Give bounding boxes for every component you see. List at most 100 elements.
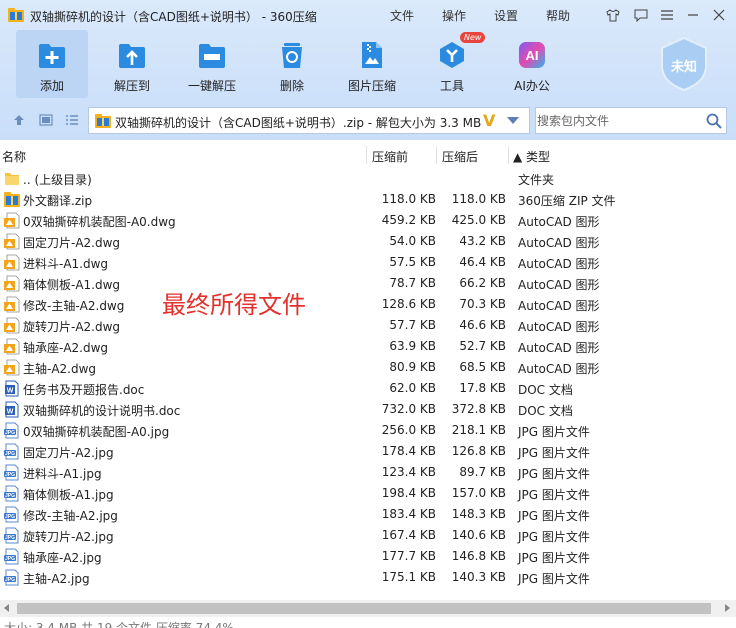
column-compressed-header[interactable]: 压缩后 bbox=[442, 148, 478, 165]
column-name-header[interactable]: 名称 bbox=[2, 148, 26, 165]
ai-office-button[interactable]: AI AI办公 bbox=[496, 30, 568, 98]
file-row[interactable]: 外文翻译.zip 118.0 KB 118.0 KB 360压缩 ZIP 文件 bbox=[0, 189, 736, 210]
file-row[interactable]: JPG 箱体侧板-A1.jpg 198.4 KB 157.0 KB JPG 图片文件 bbox=[0, 483, 736, 504]
image-compress-button[interactable]: 图片压缩 bbox=[336, 30, 408, 98]
file-type: AutoCAD 图形 bbox=[518, 320, 600, 334]
file-name: 修改-主轴-A2.dwg bbox=[23, 299, 125, 313]
column-type-header[interactable]: ▲ 类型 bbox=[513, 148, 550, 165]
search-icon[interactable] bbox=[706, 113, 722, 129]
file-size: 177.7 KB bbox=[381, 549, 436, 563]
file-name: 箱体侧板-A1.dwg bbox=[23, 278, 121, 292]
up-arrow-icon[interactable] bbox=[10, 111, 28, 129]
file-row[interactable]: JPG 修改-主轴-A2.jpg 183.4 KB 148.3 KB JPG 图片文件 bbox=[0, 504, 736, 525]
file-compressed-size: 146.8 KB bbox=[451, 549, 506, 563]
column-size-header[interactable]: 压缩前 bbox=[372, 148, 408, 165]
file-type: DOC 文档 bbox=[518, 383, 573, 397]
menu-operate[interactable]: 操作 bbox=[442, 7, 466, 24]
search-box[interactable] bbox=[535, 107, 727, 134]
unknown-badge-text: 未知 bbox=[670, 60, 697, 75]
file-size: 118.0 KB bbox=[381, 192, 436, 206]
jpg-icon: JPG bbox=[4, 485, 20, 502]
search-input[interactable] bbox=[536, 108, 702, 133]
zip-icon bbox=[4, 191, 20, 208]
file-name: 旋转刀片-A2.dwg bbox=[23, 320, 121, 334]
file-size: 167.4 KB bbox=[381, 528, 436, 542]
file-row[interactable]: W 任务书及开题报告.doc 62.0 KB 17.8 KB DOC 文档 bbox=[0, 378, 736, 399]
file-row[interactable]: JPG 主轴-A2.jpg 175.1 KB 140.3 KB JPG 图片文件 bbox=[0, 567, 736, 588]
address-path: 双轴撕碎机的设计（含CAD图纸+说明书）.zip - 解包大小为 3.3 MB bbox=[115, 116, 482, 130]
file-name: 双轴撕碎机的设计说明书.doc bbox=[23, 404, 181, 418]
file-row[interactable]: JPG 轴承座-A2.jpg 177.7 KB 146.8 KB JPG 图片文件 bbox=[0, 546, 736, 567]
unknown-status-badge[interactable]: 未知 bbox=[658, 36, 710, 92]
file-name: 轴承座-A2.dwg bbox=[23, 341, 109, 355]
delete-button[interactable]: 删除 bbox=[256, 30, 328, 98]
one-click-extract-label: 一键解压 bbox=[187, 79, 236, 93]
parent-directory-row[interactable]: .. (上级目录) 文件夹 bbox=[0, 168, 736, 189]
menu-help[interactable]: 帮助 bbox=[546, 7, 570, 24]
scroll-left-icon[interactable] bbox=[4, 604, 9, 612]
file-row[interactable]: 轴承座-A2.dwg 63.9 KB 52.7 KB AutoCAD 图形 bbox=[0, 336, 736, 357]
column-divider bbox=[508, 146, 509, 164]
file-row[interactable]: JPG 0双轴撕碎机装配图-A0.jpg 256.0 KB 218.1 KB JPG 图… bbox=[0, 420, 736, 441]
extract-to-button[interactable]: 解压到 bbox=[96, 30, 168, 98]
file-row[interactable]: 进料斗-A1.dwg 57.5 KB 46.4 KB AutoCAD 图形 bbox=[0, 252, 736, 273]
file-compressed-size: 46.4 KB bbox=[459, 255, 506, 269]
title-bar: 双轴撕碎机的设计（含CAD图纸+说明书） - 360压缩 文件 操作 设置 帮助 bbox=[0, 0, 736, 30]
file-row[interactable]: 固定刀片-A2.dwg 54.0 KB 43.2 KB AutoCAD 图形 bbox=[0, 231, 736, 252]
menu-settings[interactable]: 设置 bbox=[494, 7, 518, 24]
svg-text:JPG: JPG bbox=[5, 514, 15, 520]
file-row[interactable]: 修改-主轴-A2.dwg 128.6 KB 70.3 KB AutoCAD 图形 bbox=[0, 294, 736, 315]
file-row[interactable]: 旋转刀片-A2.dwg 57.7 KB 46.6 KB AutoCAD 图形 bbox=[0, 315, 736, 336]
svg-text:JPG: JPG bbox=[5, 577, 15, 583]
file-compressed-size: 43.2 KB bbox=[459, 234, 506, 248]
delete-icon bbox=[282, 43, 302, 68]
dwg-icon bbox=[4, 212, 20, 229]
ai-office-icon: AI bbox=[519, 42, 545, 68]
feedback-icon[interactable] bbox=[630, 4, 652, 26]
list-view-icon[interactable] bbox=[63, 111, 81, 129]
file-type: 360压缩 ZIP 文件 bbox=[518, 194, 616, 208]
file-type: AutoCAD 图形 bbox=[518, 215, 600, 229]
one-click-extract-icon bbox=[199, 44, 225, 68]
file-row[interactable]: 主轴-A2.dwg 80.9 KB 68.5 KB AutoCAD 图形 bbox=[0, 357, 736, 378]
file-size: 62.0 KB bbox=[389, 381, 436, 395]
file-row[interactable]: JPG 进料斗-A1.jpg 123.4 KB 89.7 KB JPG 图片文件 bbox=[0, 462, 736, 483]
tools-button[interactable]: New 工具 bbox=[416, 30, 488, 98]
file-compressed-size: 66.2 KB bbox=[459, 276, 506, 290]
address-dropdown-icon[interactable] bbox=[507, 117, 519, 124]
verified-v-icon[interactable]: V bbox=[483, 111, 495, 130]
file-row[interactable]: JPG 固定刀片-A2.jpg 178.4 KB 126.8 KB JPG 图片文件 bbox=[0, 441, 736, 462]
file-type: JPG 图片文件 bbox=[518, 530, 590, 544]
file-compressed-size: 157.0 KB bbox=[451, 486, 506, 500]
svg-text:W: W bbox=[7, 388, 14, 395]
file-compressed-size: 46.6 KB bbox=[459, 318, 506, 332]
add-icon bbox=[39, 44, 65, 68]
jpg-icon: JPG bbox=[4, 464, 20, 481]
file-type: JPG 图片文件 bbox=[518, 572, 590, 586]
file-type: AutoCAD 图形 bbox=[518, 341, 600, 355]
skin-icon[interactable] bbox=[602, 4, 624, 26]
menu-icon[interactable] bbox=[656, 4, 678, 26]
scrollbar-thumb[interactable] bbox=[17, 603, 711, 614]
address-bar[interactable]: 双轴撕碎机的设计（含CAD图纸+说明书）.zip - 解包大小为 3.3 MB … bbox=[88, 107, 530, 134]
file-size: 198.4 KB bbox=[381, 486, 436, 500]
minimize-icon[interactable] bbox=[682, 4, 704, 26]
file-row[interactable]: JPG 旋转刀片-A2.jpg 167.4 KB 140.6 KB JPG 图片文件 bbox=[0, 525, 736, 546]
file-row[interactable]: W 双轴撕碎机的设计说明书.doc 732.0 KB 372.8 KB DOC 文档 bbox=[0, 399, 736, 420]
one-click-extract-button[interactable]: 一键解压 bbox=[176, 30, 248, 98]
add-button[interactable]: 添加 bbox=[16, 30, 88, 98]
close-icon[interactable] bbox=[708, 4, 730, 26]
view-icon[interactable] bbox=[37, 111, 55, 129]
file-name: 箱体侧板-A1.jpg bbox=[23, 488, 114, 502]
scroll-right-icon[interactable] bbox=[725, 604, 730, 612]
file-size: 57.5 KB bbox=[389, 255, 436, 269]
file-type: JPG 图片文件 bbox=[518, 446, 590, 460]
file-type: JPG 图片文件 bbox=[518, 425, 590, 439]
menu-file[interactable]: 文件 bbox=[390, 7, 414, 24]
horizontal-scrollbar[interactable] bbox=[0, 600, 736, 617]
file-row[interactable]: 箱体侧板-A1.dwg 78.7 KB 66.2 KB AutoCAD 图形 bbox=[0, 273, 736, 294]
file-row[interactable]: 0双轴撕碎机装配图-A0.dwg 459.2 KB 425.0 KB AutoCAD … bbox=[0, 210, 736, 231]
archive-app-icon bbox=[8, 8, 24, 22]
svg-text:JPG: JPG bbox=[5, 430, 15, 436]
file-name: 主轴-A2.dwg bbox=[23, 362, 97, 376]
